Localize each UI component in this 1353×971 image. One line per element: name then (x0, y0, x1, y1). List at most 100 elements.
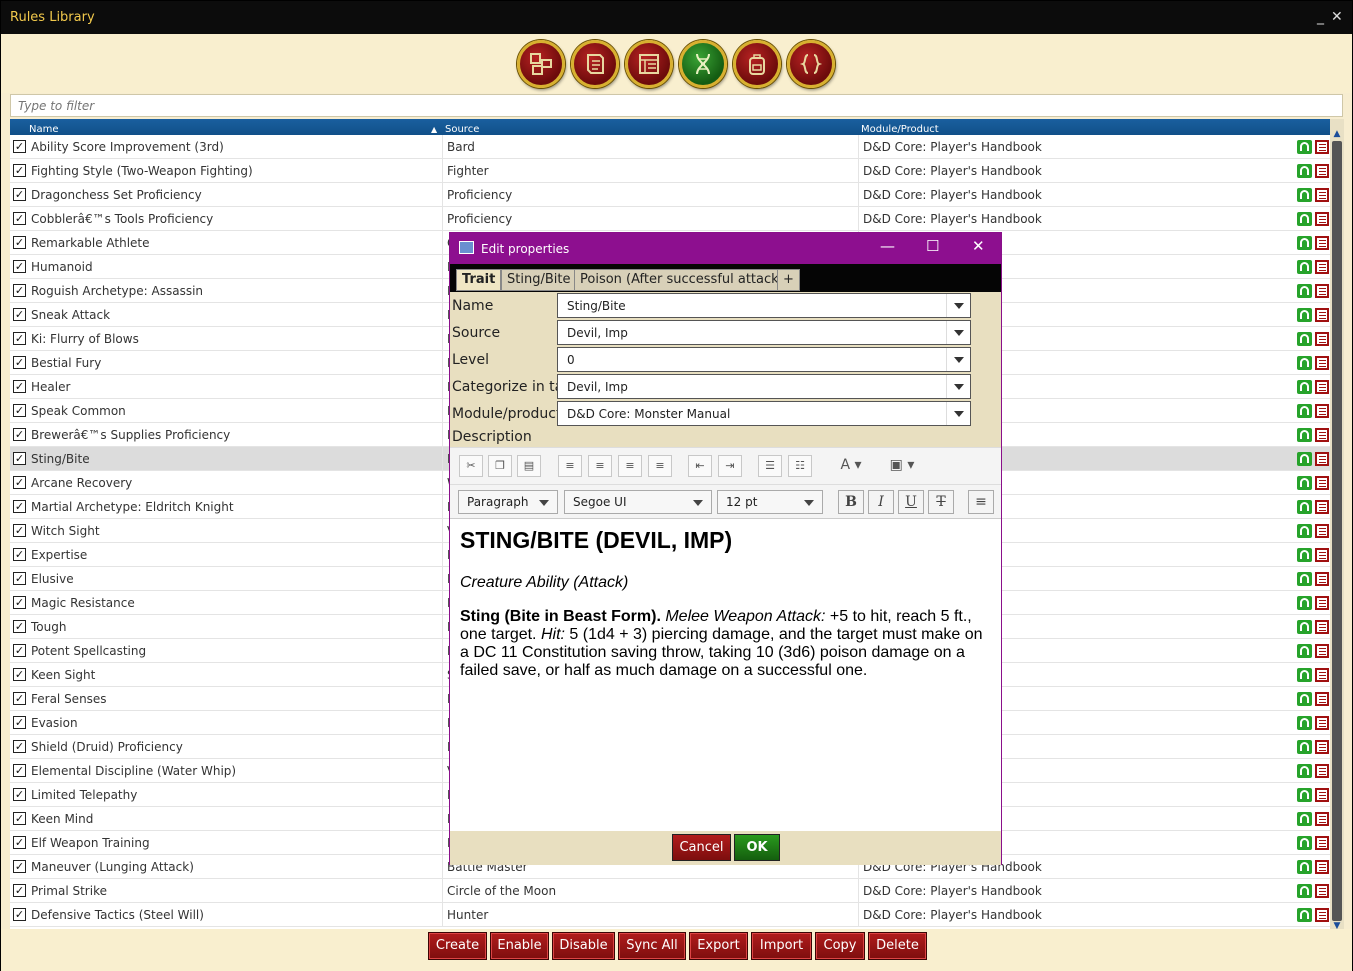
font-family-select[interactable]: Segoe UI (564, 490, 712, 514)
dialog-minimize-icon[interactable]: — (880, 237, 895, 255)
add-tab-button[interactable]: + (777, 269, 800, 291)
copy-icon[interactable]: ❐ (488, 455, 512, 477)
edit-icon[interactable] (1315, 764, 1329, 778)
table-row[interactable]: ✓ Dragonchess Set Proficiency Proficiency D… (10, 183, 1330, 207)
sync-icon[interactable] (1297, 644, 1312, 658)
enabled-checkbox[interactable]: ✓ (13, 596, 26, 609)
enabled-checkbox[interactable]: ✓ (13, 812, 26, 825)
edit-icon[interactable] (1315, 572, 1329, 586)
edit-icon[interactable] (1315, 260, 1329, 274)
chevron-down-icon[interactable] (946, 375, 970, 398)
numbered-list-icon[interactable]: ☷ (788, 455, 812, 477)
filter-input[interactable] (11, 95, 1342, 116)
edit-icon[interactable] (1315, 620, 1329, 634)
outdent-icon[interactable]: ⇤ (688, 455, 712, 477)
dna-icon[interactable] (679, 40, 727, 88)
enabled-checkbox[interactable]: ✓ (13, 860, 26, 873)
sync-icon[interactable] (1297, 284, 1312, 298)
create-button[interactable]: Create (428, 932, 487, 960)
tab-sting-bite[interactable]: Sting/Bite (501, 269, 577, 291)
minimize-button[interactable]: _ (1317, 9, 1324, 25)
enabled-checkbox[interactable]: ✓ (13, 356, 26, 369)
sync-icon[interactable] (1297, 740, 1312, 754)
align-center-icon[interactable]: ≡ (588, 455, 612, 477)
edit-icon[interactable] (1315, 140, 1329, 154)
enabled-checkbox[interactable]: ✓ (13, 500, 26, 513)
sheet-icon[interactable] (625, 40, 673, 88)
delete-button[interactable]: Delete (868, 932, 927, 960)
export-button[interactable]: Export (689, 932, 748, 960)
edit-icon[interactable] (1315, 812, 1329, 826)
cancel-button[interactable]: Cancel (672, 834, 731, 861)
sync-icon[interactable] (1297, 164, 1312, 178)
sync-icon[interactable] (1297, 452, 1312, 466)
sync-all-button[interactable]: Sync All (618, 932, 686, 960)
enabled-checkbox[interactable]: ✓ (13, 212, 26, 225)
enabled-checkbox[interactable]: ✓ (13, 524, 26, 537)
edit-icon[interactable] (1315, 716, 1329, 730)
sync-icon[interactable] (1297, 524, 1312, 538)
enabled-checkbox[interactable]: ✓ (13, 260, 26, 273)
sync-icon[interactable] (1297, 188, 1312, 202)
enabled-checkbox[interactable]: ✓ (13, 692, 26, 705)
sync-icon[interactable] (1297, 764, 1312, 778)
chevron-down-icon[interactable] (946, 348, 970, 371)
edit-icon[interactable] (1315, 836, 1329, 850)
enabled-checkbox[interactable]: ✓ (13, 668, 26, 681)
edit-icon[interactable] (1315, 308, 1329, 322)
enabled-checkbox[interactable]: ✓ (13, 716, 26, 729)
level-field[interactable]: 0 (557, 347, 971, 372)
enabled-checkbox[interactable]: ✓ (13, 428, 26, 441)
enabled-checkbox[interactable]: ✓ (13, 620, 26, 633)
enabled-checkbox[interactable]: ✓ (13, 308, 26, 321)
enabled-checkbox[interactable]: ✓ (13, 380, 26, 393)
sync-icon[interactable] (1297, 620, 1312, 634)
edit-icon[interactable] (1315, 164, 1329, 178)
dialog-close-icon[interactable]: ✕ (972, 237, 985, 255)
edit-icon[interactable] (1315, 548, 1329, 562)
edit-icon[interactable] (1315, 428, 1329, 442)
scroll-thumb[interactable] (1332, 141, 1342, 921)
sync-icon[interactable] (1297, 836, 1312, 850)
column-header-name[interactable]: Name (29, 124, 59, 135)
edit-icon[interactable] (1315, 668, 1329, 682)
text-color-icon[interactable]: A ▾ (832, 455, 870, 477)
categorize-field[interactable]: Devil, Imp (557, 374, 971, 399)
enabled-checkbox[interactable]: ✓ (13, 644, 26, 657)
edit-icon[interactable] (1315, 332, 1329, 346)
edit-icon[interactable] (1315, 236, 1329, 250)
table-row[interactable]: ✓ Cobblerâ€™s Tools Proficiency Proficienc… (10, 207, 1330, 231)
edit-icon[interactable] (1315, 644, 1329, 658)
table-row[interactable]: ✓ Defensive Tactics (Steel Will) Hunter D&D… (10, 903, 1330, 927)
module-field[interactable]: D&D Core: Monster Manual (557, 401, 971, 426)
edit-icon[interactable] (1315, 452, 1329, 466)
enabled-checkbox[interactable]: ✓ (13, 788, 26, 801)
sync-icon[interactable] (1297, 572, 1312, 586)
paste-icon[interactable]: ▤ (517, 455, 541, 477)
ok-button[interactable]: OK (734, 834, 780, 861)
table-row[interactable]: ✓ Fighting Style (Two-Weapon Fighting) Fig… (10, 159, 1330, 183)
backpack-icon[interactable] (733, 40, 781, 88)
tab-trait[interactable]: Trait (456, 269, 502, 291)
enabled-checkbox[interactable]: ✓ (13, 764, 26, 777)
chevron-down-icon[interactable] (946, 294, 970, 317)
edit-icon[interactable] (1315, 740, 1329, 754)
sync-icon[interactable] (1297, 404, 1312, 418)
edit-icon[interactable] (1315, 884, 1329, 898)
enabled-checkbox[interactable]: ✓ (13, 572, 26, 585)
enabled-checkbox[interactable]: ✓ (13, 548, 26, 561)
braces-icon[interactable] (787, 40, 835, 88)
close-button[interactable]: ✕ (1331, 9, 1343, 25)
disable-button[interactable]: Disable (552, 932, 615, 960)
sync-icon[interactable] (1297, 476, 1312, 490)
import-button[interactable]: Import (751, 932, 812, 960)
font-size-select[interactable]: 12 pt (717, 490, 823, 514)
edit-icon[interactable] (1315, 284, 1329, 298)
edit-icon[interactable] (1315, 356, 1329, 370)
enabled-checkbox[interactable]: ✓ (13, 740, 26, 753)
edit-icon[interactable] (1315, 188, 1329, 202)
sync-icon[interactable] (1297, 332, 1312, 346)
align-right-icon[interactable]: ≡ (618, 455, 642, 477)
bold-button[interactable]: B (838, 490, 864, 514)
enabled-checkbox[interactable]: ✓ (13, 236, 26, 249)
